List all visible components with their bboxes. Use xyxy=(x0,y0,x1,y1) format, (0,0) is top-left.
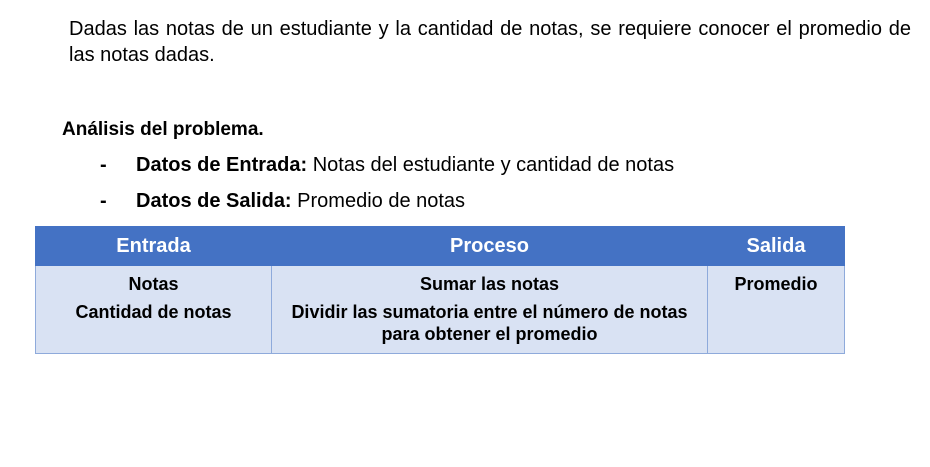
entrada-item: Cantidad de notas xyxy=(75,302,232,322)
header-salida: Salida xyxy=(707,226,845,266)
bullet-output-data: - Datos de Salida: Promedio de notas xyxy=(100,188,465,214)
header-proceso: Proceso xyxy=(271,226,708,266)
analysis-heading: Análisis del problema. xyxy=(62,119,264,140)
salida-item: Promedio xyxy=(734,274,818,294)
bullet-value: Notas del estudiante y cantidad de notas xyxy=(307,154,675,176)
table-row: Notas Cantidad de notas Sumar las notas … xyxy=(35,265,845,354)
cell-entrada: Notas Cantidad de notas xyxy=(35,265,272,354)
bullet-value: Promedio de notas xyxy=(291,190,466,212)
table-header-row: Entrada Proceso Salida xyxy=(35,226,845,266)
entrada-item: Notas xyxy=(128,274,179,294)
cell-salida: Promedio xyxy=(707,265,845,354)
ipo-table: Entrada Proceso Salida Notas Cantidad de… xyxy=(35,226,845,354)
bullet-label: Datos de Entrada: xyxy=(136,154,308,176)
header-entrada: Entrada xyxy=(35,226,272,266)
cell-proceso: Sumar las notas Dividir las sumatoria en… xyxy=(271,265,708,354)
intro-paragraph: Dadas las notas de un estudiante y la ca… xyxy=(69,18,911,66)
proceso-item: Sumar las notas xyxy=(419,274,560,294)
bullet-label: Datos de Salida: xyxy=(136,190,292,212)
proceso-item: Dividir las sumatoria entre el número de… xyxy=(291,302,688,344)
bullet-dash: - xyxy=(100,154,107,176)
bullet-dash: - xyxy=(100,190,107,212)
bullet-input-data: - Datos de Entrada: Notas del estudiante … xyxy=(100,152,674,178)
